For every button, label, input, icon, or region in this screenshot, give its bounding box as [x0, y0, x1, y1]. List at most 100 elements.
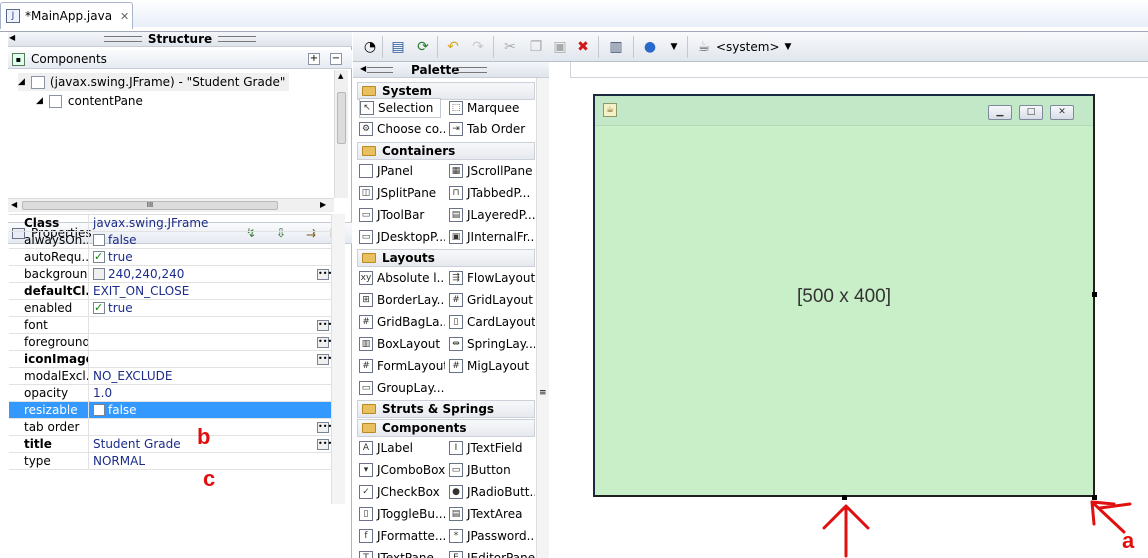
palette-item-jtextarea[interactable]: ▤ JTextArea: [449, 504, 535, 524]
ellipsis-button[interactable]: •••: [317, 421, 332, 433]
property-checkbox[interactable]: [93, 249, 105, 265]
palette-category-struts[interactable]: Struts & Springs: [357, 400, 535, 418]
palette-item-flowlayout[interactable]: ⇶ FlowLayout: [449, 268, 535, 288]
layout-assistant-icon[interactable]: ▥: [608, 39, 624, 55]
property-row-opacity[interactable]: opacity 1.0: [9, 384, 331, 402]
palette-item-jformattedtextfield[interactable]: f JFormatte...: [359, 526, 445, 546]
palette-item-gridlayout[interactable]: # GridLayout: [449, 290, 535, 310]
tree-node-jframe[interactable]: ◢ (javax.swing.JFrame) - "Student Grade": [18, 73, 290, 91]
palette-item-jtextfield[interactable]: I JTextField: [449, 438, 535, 458]
palette-scrollbar[interactable]: ≡: [536, 78, 549, 558]
property-value[interactable]: javax.swing.JFrame: [89, 215, 208, 231]
scroll-up-icon[interactable]: ▲: [338, 72, 343, 80]
palette-item-jdesktoppane[interactable]: ▭ JDesktopP...: [359, 227, 445, 247]
cut-icon[interactable]: ✂: [502, 39, 518, 55]
property-value[interactable]: false: [89, 232, 137, 248]
paste-icon[interactable]: ▣: [552, 39, 568, 55]
palette-item-jpasswordfield[interactable]: * JPassword...: [449, 526, 535, 546]
property-value[interactable]: EXIT_ON_CLOSE: [89, 283, 189, 299]
redo-icon[interactable]: ↷: [470, 39, 486, 55]
property-value[interactable]: NORMAL: [89, 453, 145, 469]
undo-icon[interactable]: ↶: [445, 39, 461, 55]
copy-icon[interactable]: ❐: [528, 39, 544, 55]
ellipsis-button[interactable]: •••: [317, 268, 332, 280]
close-icon[interactable]: ✕: [1050, 105, 1074, 120]
palette-item-boxlayout[interactable]: ▥ BoxLayout: [359, 334, 445, 354]
property-value[interactable]: 1.0: [89, 385, 112, 401]
palette-item-jsplitpane[interactable]: ◫ JSplitPane: [359, 183, 445, 203]
scroll-thumb[interactable]: [337, 92, 346, 144]
collapse-left-icon[interactable]: ◀: [9, 33, 15, 42]
palette-category-layouts[interactable]: Layouts: [357, 249, 535, 267]
property-row-taborder[interactable]: tab order •••: [9, 418, 332, 436]
palette-category-containers[interactable]: Containers: [357, 142, 535, 160]
palette-item-borderlayout[interactable]: ⊞ BorderLay...: [359, 290, 445, 310]
property-value[interactable]: Student Grade: [89, 436, 181, 452]
property-row-autorequ[interactable]: autoRequ... true: [9, 248, 331, 266]
ellipsis-button[interactable]: •••: [317, 319, 332, 331]
show-source-icon[interactable]: ▤: [390, 39, 406, 55]
tree-node-contentpane[interactable]: ◢ contentPane: [36, 92, 143, 110]
expand-all-icon[interactable]: +: [308, 53, 320, 65]
refresh-icon[interactable]: ⟳: [415, 39, 431, 55]
palette-item-formlayout[interactable]: # FormLayout: [359, 356, 445, 376]
chevron-down-icon[interactable]: ▼: [780, 39, 796, 55]
palette-item-absolute[interactable]: xy Absolute l...: [359, 268, 445, 288]
property-row-modalexcl[interactable]: modalExcl... NO_EXCLUDE: [9, 367, 331, 385]
palette-item-jeditorpane[interactable]: E JEditorPane: [449, 548, 535, 558]
palette-item-jtextpane[interactable]: T JTextPane: [359, 548, 445, 558]
property-row-title[interactable]: title Student Grade •••: [9, 435, 332, 453]
property-row-font[interactable]: font •••: [9, 316, 332, 334]
tab-close-icon[interactable]: ✕: [120, 10, 129, 23]
palette-item-jlayeredpane[interactable]: ▤ JLayeredP...: [449, 205, 535, 225]
scroll-right-icon[interactable]: ▶: [320, 200, 326, 209]
palette-item-jpanel[interactable]: JPanel: [359, 161, 445, 181]
property-row-background[interactable]: background 240,240,240 •••: [9, 265, 332, 283]
palette-item-jtoolbar[interactable]: ▭ JToolBar: [359, 205, 445, 225]
property-row-alwayson[interactable]: alwaysOn... false: [9, 231, 331, 249]
look-and-feel-label[interactable]: <system>: [716, 40, 780, 54]
property-checkbox[interactable]: [93, 404, 105, 416]
palette-item-miglayout[interactable]: # MigLayout: [449, 356, 535, 376]
palette-item-jlabel[interactable]: A JLabel: [359, 438, 445, 458]
palette-item-marquee[interactable]: ⬚ Marquee: [449, 98, 535, 118]
maximize-icon[interactable]: □: [1019, 105, 1043, 120]
palette-item-jinternalframe[interactable]: ▣ JInternalFr...: [449, 227, 535, 247]
property-row-resizable[interactable]: resizable false: [9, 401, 331, 419]
palette-item-choose[interactable]: ⚙ Choose co...: [359, 119, 445, 139]
jframe-preview[interactable]: ☕ ▁ □ ✕ [500 x 400]: [593, 94, 1095, 497]
property-checkbox[interactable]: [93, 234, 105, 246]
palette-item-jradiobutton[interactable]: ● JRadioButt...: [449, 482, 535, 502]
property-row-defaultcl[interactable]: defaultCl... EXIT_ON_CLOSE: [9, 282, 331, 300]
property-value[interactable]: 240,240,240: [89, 266, 184, 282]
ellipsis-button[interactable]: •••: [317, 353, 332, 365]
delete-icon[interactable]: ✖: [575, 39, 591, 55]
properties-scrollbar[interactable]: [331, 214, 345, 504]
frame-title-bar[interactable]: ☕ ▁ □ ✕: [595, 96, 1093, 126]
property-row-enabled[interactable]: enabled true: [9, 299, 331, 317]
palette-item-jtogglebutton[interactable]: ▯ JToggleBu...: [359, 504, 445, 524]
tree-expanded-icon[interactable]: ◢: [36, 96, 43, 106]
property-value[interactable]: NO_EXCLUDE: [89, 368, 172, 384]
externalize-strings-icon[interactable]: ●: [642, 39, 658, 55]
collapse-left-icon[interactable]: ◀: [360, 64, 366, 73]
test-gui-icon[interactable]: ◔: [362, 39, 378, 55]
palette-item-springlayout[interactable]: ⇹ SpringLay...: [449, 334, 535, 354]
property-row-iconimage[interactable]: iconImage •••: [9, 350, 332, 368]
palette-item-jcheckbox[interactable]: ✓ JCheckBox: [359, 482, 445, 502]
palette-item-jcombobox[interactable]: ▾ JComboBox: [359, 460, 445, 480]
property-row-type[interactable]: type NORMAL: [9, 452, 331, 470]
property-checkbox[interactable]: [93, 300, 105, 316]
ellipsis-button[interactable]: •••: [317, 336, 332, 348]
tab-mainapp-java[interactable]: J *MainApp.java ✕: [0, 2, 133, 29]
palette-item-jscrollpane[interactable]: ▦ JScrollPane: [449, 161, 535, 181]
property-value[interactable]: true: [89, 300, 133, 316]
property-value[interactable]: false: [89, 402, 137, 418]
property-row-class[interactable]: Class javax.swing.JFrame: [9, 214, 331, 232]
palette-item-taborder[interactable]: ⇥ Tab Order: [449, 119, 535, 139]
palette-item-cardlayout[interactable]: ▯ CardLayout: [449, 312, 535, 332]
property-value[interactable]: true: [89, 249, 133, 265]
palette-item-grouplayout[interactable]: ▭ GroupLay...: [359, 378, 445, 398]
palette-item-selection[interactable]: ↖ Selection: [359, 98, 441, 118]
chevron-down-icon[interactable]: ▼: [666, 39, 682, 55]
